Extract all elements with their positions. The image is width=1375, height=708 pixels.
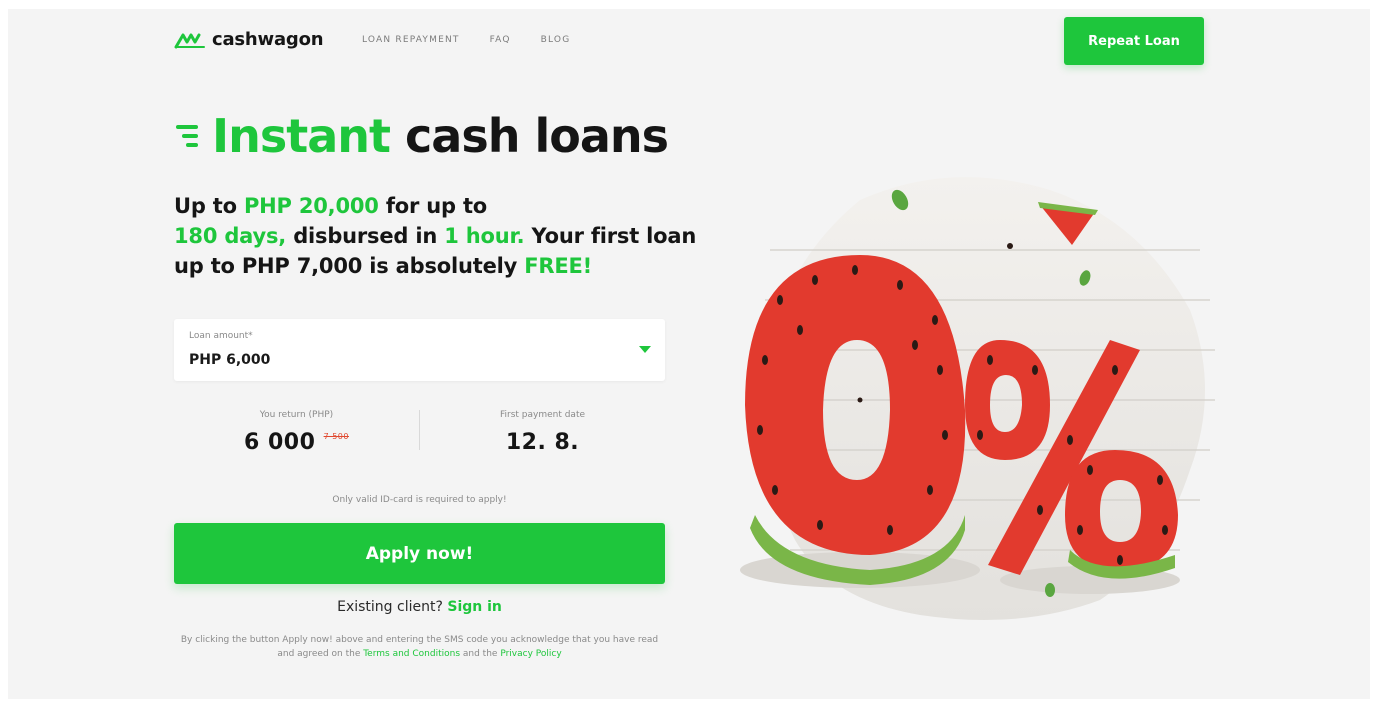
you-return-value-wrap: 6 000 7 500 xyxy=(174,430,419,455)
cashwagon-logo-icon xyxy=(174,33,205,48)
subtitle-amount: PHP 20,000 xyxy=(243,194,379,218)
hero-heading: Instant cash loans xyxy=(212,108,669,164)
first-payment-label: First payment date xyxy=(499,410,586,420)
nav-loan-repayment[interactable]: LOAN REPAYMENT xyxy=(362,35,460,45)
apply-now-button[interactable]: Apply now! xyxy=(174,523,665,584)
hero-title: Instant cash loans xyxy=(176,108,669,164)
you-return-value: 6 000 xyxy=(244,430,316,455)
brand-logo[interactable]: cashwagon xyxy=(174,29,324,50)
nav-faq[interactable]: FAQ xyxy=(490,35,511,45)
subtitle-free: FREE! xyxy=(524,254,593,278)
existing-client-line: Existing client? Sign in xyxy=(174,599,665,615)
chevron-down-icon[interactable] xyxy=(639,346,651,353)
existing-client-text: Existing client? xyxy=(337,599,443,615)
subtitle-days: 180 days, xyxy=(174,224,287,248)
loan-amount-select[interactable]: Loan amount* PHP 6,000 xyxy=(174,319,665,381)
sign-in-link[interactable]: Sign in xyxy=(447,599,502,615)
brand-name: cashwagon xyxy=(212,29,324,50)
legal-text-2: and the xyxy=(460,649,501,659)
repeat-loan-button[interactable]: Repeat Loan xyxy=(1064,17,1204,65)
speed-lines-icon xyxy=(176,125,198,147)
subtitle-text: Up to xyxy=(174,194,244,218)
main-nav: LOAN REPAYMENT FAQ BLOG xyxy=(362,35,570,45)
subtitle-text: disbursed in xyxy=(286,224,445,248)
first-payment-value: 12. 8. xyxy=(505,430,580,455)
privacy-link[interactable]: Privacy Policy xyxy=(500,649,561,659)
subtitle-text: for up to xyxy=(378,194,488,218)
watermelon-zero-percent-image xyxy=(740,177,1215,620)
you-return-old-value: 7 500 xyxy=(323,432,349,441)
subtitle-hour: 1 hour. xyxy=(444,224,525,248)
nav-blog[interactable]: BLOG xyxy=(541,35,571,45)
first-payment: First payment date 12. 8. xyxy=(420,410,665,455)
loan-summary: You return (PHP) 6 000 7 500 First payme… xyxy=(174,410,665,470)
you-return: You return (PHP) 6 000 7 500 xyxy=(174,410,419,455)
hero-title-dark: cash loans xyxy=(405,109,669,163)
hero-illustration xyxy=(720,160,1220,630)
hero-subtitle: Up to PHP 20,000 for up to 180 days, dis… xyxy=(174,191,714,281)
loan-amount-value: PHP 6,000 xyxy=(189,352,271,368)
loan-amount-label: Loan amount* xyxy=(189,331,253,341)
legal-text: By clicking the button Apply now! above … xyxy=(174,633,665,661)
you-return-label: You return (PHP) xyxy=(259,410,334,420)
id-card-note: Only valid ID-card is required to apply! xyxy=(332,495,507,505)
hero-title-green: Instant xyxy=(212,109,391,163)
terms-link[interactable]: Terms and Conditions xyxy=(363,649,460,659)
